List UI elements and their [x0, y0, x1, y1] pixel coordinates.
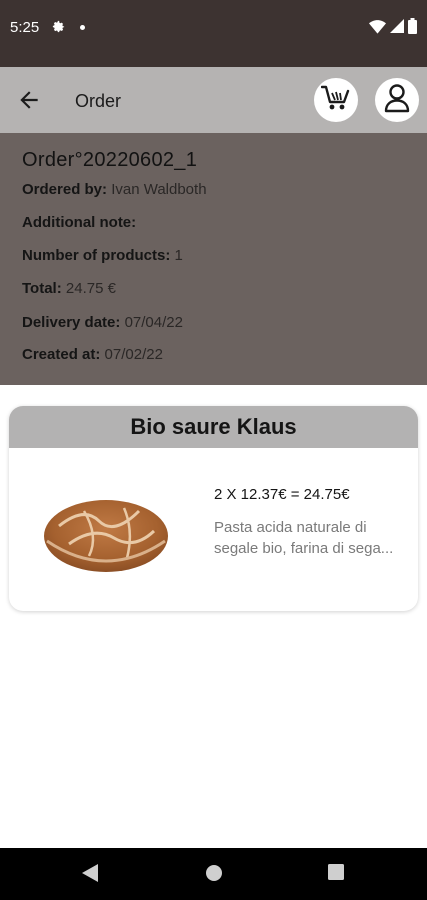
status-time: 5:25	[10, 19, 40, 36]
recents-square-icon[interactable]	[328, 864, 344, 885]
app-bar: Order	[0, 67, 427, 133]
note-row: Additional note:	[22, 214, 136, 231]
ordered-by-label: Ordered by:	[22, 181, 108, 198]
delivery-label: Delivery date:	[22, 314, 121, 331]
status-icons	[369, 18, 417, 39]
created-row: Created at: 07/02/22	[22, 346, 163, 363]
products-row: Number of products: 1	[22, 247, 183, 264]
order-id: Order°20220602_1	[22, 149, 198, 171]
back-triangle-icon[interactable]	[82, 864, 98, 887]
bread-image	[39, 486, 174, 581]
products-label: Number of products:	[22, 247, 171, 264]
page-title: Order	[75, 91, 122, 111]
price-line: 2 X 12.37€ = 24.75€	[214, 486, 350, 503]
total-row: Total: 24.75 €	[22, 280, 116, 297]
signal-icon	[390, 19, 404, 38]
status-bar: 5:25	[0, 0, 427, 67]
delivery-row: Delivery date: 07/04/22	[22, 314, 183, 331]
note-label: Additional note:	[22, 214, 137, 231]
total-value: 24.75 €	[65, 280, 116, 297]
product-name: Bio saure Klaus	[9, 406, 418, 448]
created-label: Created at:	[22, 346, 101, 363]
dot-icon	[80, 25, 85, 30]
gear-icon	[51, 19, 66, 39]
ordered-by-value: Ivan Waldboth	[111, 181, 207, 198]
cart-icon	[320, 84, 351, 117]
product-card[interactable]: Bio saure Klaus 2 X 12.37€ = 24.75€ Past…	[9, 406, 418, 611]
total-label: Total:	[22, 280, 62, 297]
battery-icon	[408, 18, 417, 39]
product-description: Pasta acida naturale di segale bio, fari…	[214, 519, 394, 557]
home-circle-icon[interactable]	[205, 864, 223, 887]
delivery-value: 07/04/22	[124, 314, 183, 331]
wifi-icon	[369, 19, 386, 39]
ordered-by-row: Ordered by: Ivan Waldboth	[22, 181, 207, 198]
user-button[interactable]	[375, 78, 419, 122]
system-nav-bar	[0, 848, 427, 900]
order-details: Order°20220602_1 Ordered by: Ivan Waldbo…	[0, 133, 427, 385]
created-value: 07/02/22	[104, 346, 163, 363]
products-value: 1	[174, 247, 183, 264]
cart-button[interactable]	[314, 78, 358, 122]
user-icon	[383, 83, 411, 118]
back-arrow-icon[interactable]	[16, 87, 42, 113]
